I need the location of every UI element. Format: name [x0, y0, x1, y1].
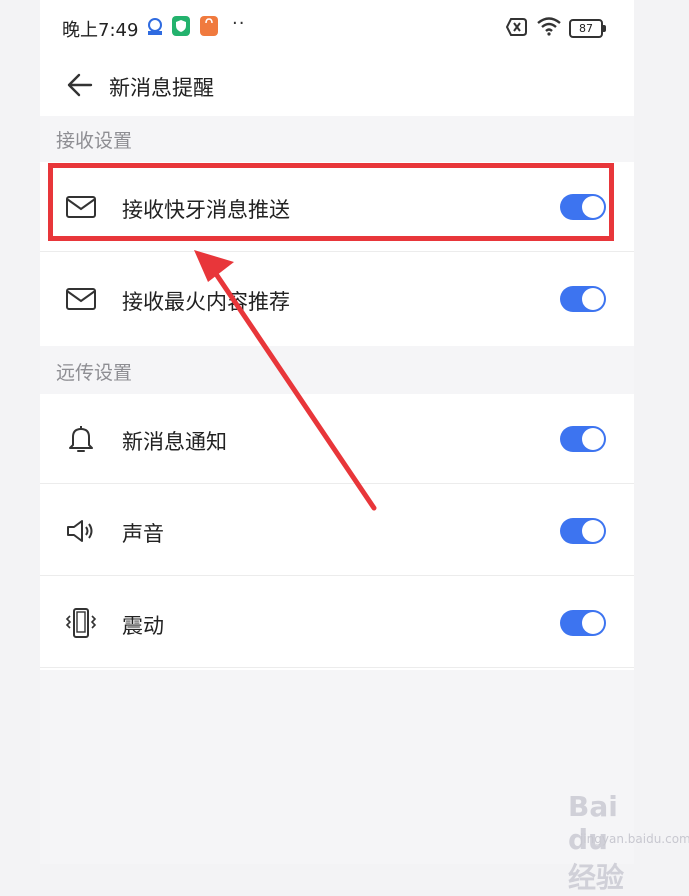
setting-row-hot-content[interactable]: 接收最火内容推荐: [40, 254, 634, 344]
setting-row-notification[interactable]: 新消息通知: [40, 394, 634, 484]
notification-toggle[interactable]: [560, 426, 606, 452]
setting-label: 声音: [122, 522, 164, 546]
setting-row-sound[interactable]: 声音: [40, 486, 634, 576]
shield-app-icon: [172, 16, 190, 36]
hot-content-toggle[interactable]: [560, 286, 606, 312]
shopping-bag-icon: [200, 16, 218, 36]
highlight-box: [48, 163, 614, 241]
no-sim-icon: [505, 18, 528, 40]
setting-label: 接收最火内容推荐: [122, 290, 290, 314]
toggle-knob: [582, 428, 604, 450]
toggle-knob: [582, 520, 604, 542]
phone-screen: 晚上7:49 ·· 87 新消息提醒 接收设置 接收快牙消息推送 接收最火内容推…: [40, 0, 689, 894]
setting-label: 新消息通知: [122, 430, 227, 454]
wifi-icon: [536, 16, 562, 40]
toggle-knob: [582, 288, 604, 310]
toggle-knob: [582, 612, 604, 634]
mail-icon: [64, 283, 98, 315]
divider: [40, 483, 634, 484]
page-title: 新消息提醒: [109, 76, 214, 100]
status-time: 晚上7:49: [62, 20, 139, 41]
remote-settings-group: 新消息通知 声音 震动: [40, 394, 634, 670]
bell-icon: [64, 423, 98, 455]
divider: [40, 251, 634, 252]
divider: [40, 575, 634, 576]
vibrate-toggle[interactable]: [560, 610, 606, 636]
setting-row-vibrate[interactable]: 震动: [40, 578, 634, 668]
section-label-remote: 远传设置: [56, 362, 133, 384]
divider: [40, 667, 634, 668]
sound-toggle[interactable]: [560, 518, 606, 544]
section-label-receive: 接收设置: [56, 130, 133, 152]
back-arrow-icon[interactable]: [64, 70, 94, 100]
setting-label: 震动: [122, 614, 164, 638]
page-header: 新消息提醒: [40, 56, 634, 116]
more-notifications-dots: ··: [232, 13, 246, 34]
baidu-watermark-url: jingyan.baidu.com: [580, 832, 689, 846]
vibrate-icon: [64, 607, 98, 639]
baidu-icon: [146, 16, 164, 36]
speaker-icon: [64, 515, 98, 547]
battery-indicator: 87: [569, 19, 606, 38]
status-bar: 晚上7:49 ·· 87: [40, 0, 634, 56]
